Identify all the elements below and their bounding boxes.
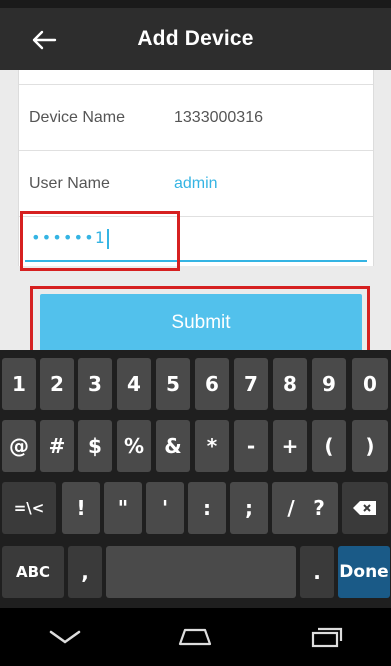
key-asterisk[interactable]: * [195, 420, 229, 472]
key-hash[interactable]: # [40, 420, 74, 472]
key-9[interactable]: 9 [312, 358, 346, 410]
key-more-symbols[interactable]: =\< [2, 482, 56, 534]
key-exclamation[interactable]: ! [62, 482, 100, 534]
recents-icon [311, 627, 342, 648]
nav-recents-button[interactable] [296, 617, 356, 657]
key-dollar[interactable]: $ [78, 420, 112, 472]
key-1[interactable]: 1 [2, 358, 36, 410]
user-name-label: User Name [29, 174, 110, 192]
key-semicolon[interactable]: ; [230, 482, 268, 534]
user-name-field[interactable]: admin [174, 175, 218, 193]
arrow-left-icon [32, 30, 57, 50]
key-space[interactable] [106, 546, 296, 598]
key-2[interactable]: 2 [40, 358, 74, 410]
key-double-quote[interactable]: " [104, 482, 142, 534]
nav-back-button[interactable] [35, 617, 95, 657]
device-name-row: Device Name 1333000316 [19, 85, 373, 151]
soft-keyboard: 1 2 3 4 5 6 7 8 9 0 @ # $ % & * - + ( ) … [0, 350, 391, 608]
key-at[interactable]: @ [2, 420, 36, 472]
key-percent[interactable]: % [117, 420, 151, 472]
key-close-paren[interactable]: ) [352, 420, 388, 472]
key-plus[interactable]: + [273, 420, 307, 472]
key-colon[interactable]: : [188, 482, 226, 534]
done-key[interactable]: Done [338, 546, 390, 598]
navigation-bar [0, 608, 391, 666]
highlight-box-password [20, 211, 180, 271]
key-ampersand[interactable]: & [156, 420, 190, 472]
key-5[interactable]: 5 [156, 358, 190, 410]
key-6[interactable]: 6 [195, 358, 229, 410]
key-open-paren[interactable]: ( [312, 420, 346, 472]
user-name-row: User Name admin [19, 151, 373, 217]
key-minus[interactable]: - [234, 420, 268, 472]
status-bar [0, 0, 391, 8]
app-bar: Add Device [0, 8, 391, 70]
key-period[interactable]: . [300, 546, 334, 598]
key-comma[interactable]: , [68, 546, 102, 598]
key-single-quote[interactable]: ' [146, 482, 184, 534]
key-8[interactable]: 8 [273, 358, 307, 410]
device-name-label: Device Name [29, 108, 126, 126]
device-name-value[interactable]: 1333000316 [174, 109, 263, 127]
nav-home-button[interactable] [165, 617, 225, 657]
backspace-key[interactable] [342, 482, 388, 534]
key-7[interactable]: 7 [234, 358, 268, 410]
key-abc[interactable]: ABC [2, 546, 64, 598]
home-icon [179, 628, 212, 646]
key-4[interactable]: 4 [117, 358, 151, 410]
backspace-icon [353, 501, 376, 515]
key-3[interactable]: 3 [78, 358, 112, 410]
key-question[interactable]: ? [300, 482, 338, 534]
chevron-down-icon [49, 630, 81, 644]
back-button[interactable] [24, 22, 64, 58]
key-0[interactable]: 0 [352, 358, 388, 410]
